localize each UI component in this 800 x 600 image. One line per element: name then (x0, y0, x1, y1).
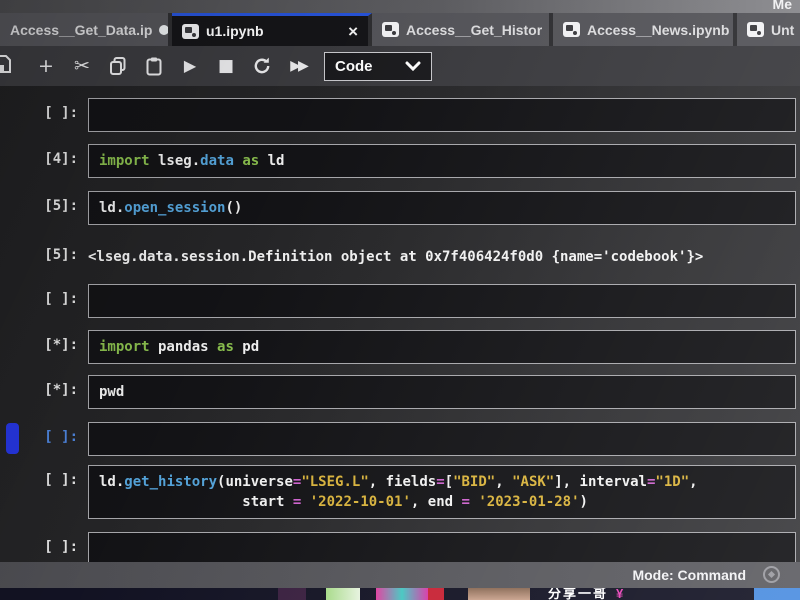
overlay-spacer (306, 588, 326, 600)
tab-bar: Access__Get_Data.ip u1.ipynb × Access__G… (0, 13, 800, 46)
status-bar: Mode: Command (0, 562, 800, 588)
mode-indicator: Mode: Command (632, 567, 746, 583)
cell-prompt: [ ]: (44, 291, 78, 307)
cell-input[interactable] (88, 284, 796, 318)
notebook-cell[interactable]: [*]: pwd (0, 375, 800, 409)
video-overlay-strip: 分享一哥 ¥ (0, 588, 800, 600)
yen-symbol: ¥ (616, 588, 624, 600)
add-cell-button[interactable]: + (28, 55, 64, 77)
notebook-cell[interactable]: [ ]: (0, 98, 800, 132)
tab-access-get-data[interactable]: Access__Get_Data.ip (0, 13, 172, 46)
tab-access-news[interactable]: Access__News.ipynb (553, 13, 737, 46)
cut-icon[interactable]: ✂ (64, 55, 100, 77)
cell-input[interactable] (88, 422, 796, 456)
notebook-cell[interactable]: [*]: import pandas as pd (0, 330, 800, 364)
chevron-down-icon (405, 58, 421, 75)
cell-prompt: [ ]: (44, 472, 78, 488)
overlay-thumbnail (428, 588, 444, 600)
unsaved-dot-icon (159, 24, 168, 35)
run-all-icon[interactable]: ▶▶ (280, 57, 316, 75)
overlay-thumbnail (278, 588, 306, 600)
tab-access-get-history[interactable]: Access__Get_Histor (372, 13, 553, 46)
copy-icon[interactable] (100, 56, 136, 76)
top-overflow-text: Me (772, 0, 792, 12)
tab-label: u1.ipynb (206, 23, 264, 39)
cell-list: [ ]: [4]: import lseg.data as ld [5]: ld.op… (0, 98, 800, 566)
cell-input[interactable]: ld.open_session() (88, 191, 796, 225)
notebook-cell[interactable]: [ ]: (0, 284, 800, 318)
save-icon[interactable] (0, 54, 14, 79)
notebook-area: [ ]: [4]: import lseg.data as ld [5]: ld.op… (0, 86, 800, 566)
cell-prompt: [4]: (44, 151, 78, 167)
screen: Me Access__Get_Data.ip u1.ipynb × Access… (0, 0, 800, 600)
status-shield-icon (763, 566, 780, 583)
overlay-spacer (444, 588, 468, 600)
tab-u1-active[interactable]: u1.ipynb × (172, 13, 372, 46)
top-window-strip: Me (0, 0, 800, 13)
notebook-cell[interactable]: [4]: import lseg.data as ld (0, 144, 800, 178)
cell-input[interactable]: import lseg.data as ld (88, 144, 796, 178)
cell-prompt: [5]: (44, 198, 78, 214)
cell-prompt: [5]: (44, 247, 78, 263)
notebook-cell[interactable]: [ ]: (0, 422, 800, 456)
notebook-toolbar: + ✂ ▶ ■ ▶▶ Code (0, 46, 800, 86)
overlay-spacer (0, 588, 278, 600)
close-icon[interactable]: × (348, 23, 358, 40)
overlay-caption: 分享一哥 (548, 588, 609, 600)
tab-label: Access__News.ipynb (587, 21, 730, 38)
cell-prompt: [*]: (44, 382, 78, 398)
overlay-spacer (360, 588, 376, 600)
notebook-icon (747, 22, 764, 37)
selected-cell-indicator (6, 423, 19, 454)
overlay-thumbnail (326, 588, 360, 600)
notebook-cell[interactable]: [5]: ld.open_session() (0, 191, 800, 225)
restart-kernel-icon[interactable] (244, 56, 280, 76)
notebook-icon (563, 22, 580, 37)
tab-untitled[interactable]: Unt (737, 13, 800, 46)
overlay-thumbnail (376, 588, 428, 600)
cell-prompt: [ ]: (44, 105, 78, 121)
cell-input[interactable]: pwd (88, 375, 796, 409)
cell-prompt: [ ]: (44, 539, 78, 555)
cell-input[interactable] (88, 98, 796, 132)
cell-output: <lseg.data.session.Definition object at … (88, 249, 704, 265)
notebook-cell[interactable]: [ ]: (0, 532, 800, 566)
notebook-cell[interactable]: [ ]: ld.get_history(universe="LSEG.L", fi… (0, 465, 800, 519)
cell-prompt: [*]: (44, 337, 78, 353)
tab-label: Access__Get_Data.ip (10, 21, 153, 38)
notebook-cell[interactable]: [5]: <lseg.data.session.Definition object… (0, 240, 800, 267)
overlay-button (754, 588, 800, 600)
paste-icon[interactable] (136, 56, 172, 76)
stop-icon[interactable]: ■ (208, 56, 244, 76)
notebook-icon (182, 23, 199, 39)
run-icon[interactable]: ▶ (172, 56, 208, 76)
cell-input[interactable]: import pandas as pd (88, 330, 796, 364)
cell-input[interactable] (88, 532, 796, 566)
cell-type-value: Code (335, 57, 373, 75)
overlay-face-image (468, 588, 530, 600)
tab-label: Unt (771, 21, 795, 38)
notebook-icon (382, 22, 399, 37)
cell-type-dropdown[interactable]: Code (324, 51, 432, 81)
cell-input[interactable]: ld.get_history(universe="LSEG.L", fields… (88, 465, 796, 519)
tab-label: Access__Get_Histor (406, 21, 543, 38)
